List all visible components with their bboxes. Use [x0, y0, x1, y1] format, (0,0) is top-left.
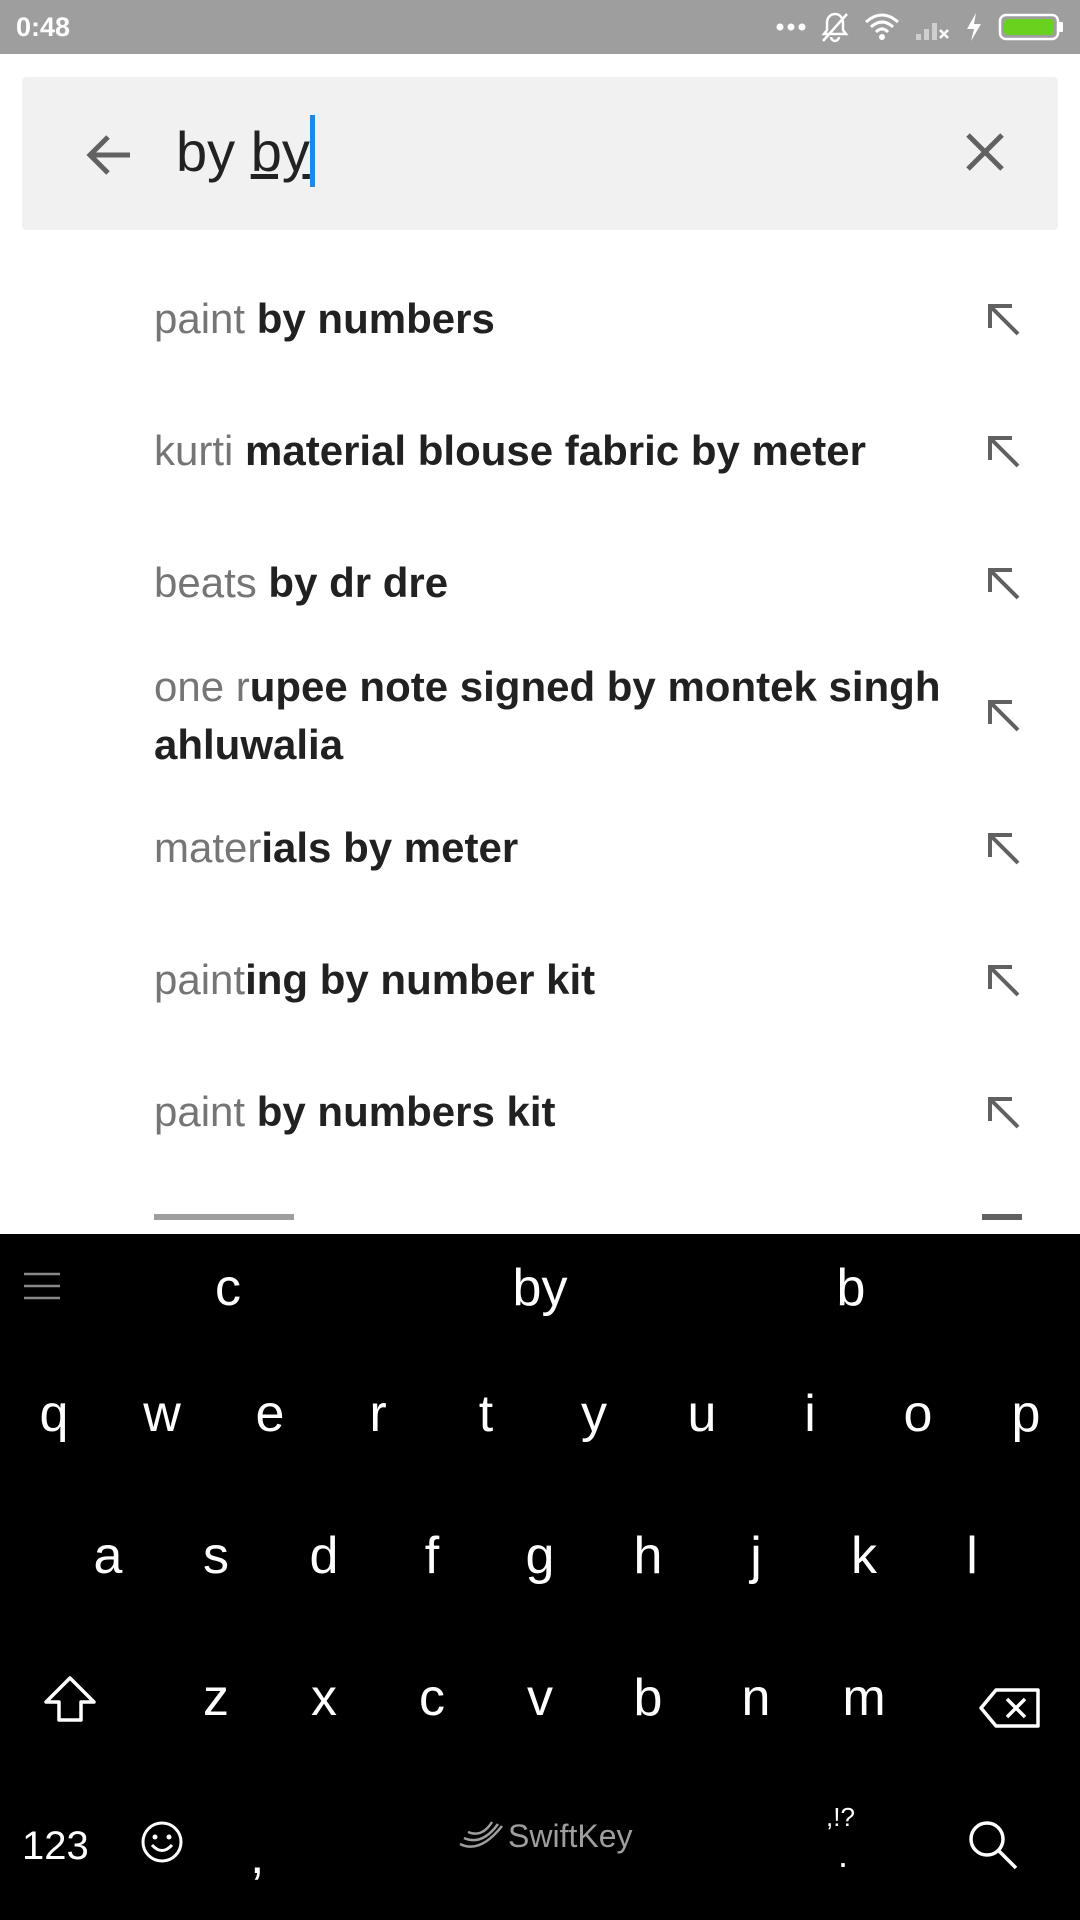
key-q[interactable]: q	[4, 1384, 104, 1444]
search-input[interactable]: by by	[176, 115, 315, 187]
fill-query-arrow-icon[interactable]	[982, 430, 1026, 474]
suggestion-completion: by numbers kit	[256, 1088, 556, 1135]
key-n[interactable]: n	[706, 1668, 806, 1728]
battery-icon	[998, 7, 1064, 47]
suggestion-text: one rupee note signed by montek singh ah…	[154, 658, 944, 774]
suggestion-text: paint by numbers	[154, 290, 944, 348]
key-u[interactable]: u	[652, 1384, 752, 1444]
suggestion-text: kurti material blouse fabric by meter	[154, 422, 944, 480]
key-o[interactable]: o	[868, 1384, 968, 1444]
prediction-left[interactable]: c	[128, 1258, 328, 1318]
key-x[interactable]: x	[274, 1668, 374, 1728]
suggestion-prefix: mater	[154, 824, 262, 871]
key-g[interactable]: g	[490, 1526, 590, 1586]
signal-off-icon	[914, 7, 950, 47]
key-h[interactable]: h	[598, 1526, 698, 1586]
space-key[interactable]: SwiftKey	[458, 1818, 632, 1855]
suggestion-text: materials by meter	[154, 819, 944, 877]
key-s[interactable]: s	[166, 1526, 266, 1586]
search-query-prefix: by	[176, 120, 251, 183]
key-b[interactable]: b	[598, 1668, 698, 1728]
smiley-icon	[141, 1821, 183, 1863]
suggestion-completion: by numbers	[256, 295, 495, 342]
key-p[interactable]: p	[976, 1384, 1076, 1444]
prediction-bar: c by b	[0, 1234, 1080, 1354]
suggestion-list: paint by numbers kurti material blouse f…	[0, 256, 1080, 1234]
shift-arrow-icon	[44, 1676, 96, 1722]
key-k[interactable]: k	[814, 1526, 914, 1586]
suggestion-prefix: kurti	[154, 427, 246, 474]
key-i[interactable]: i	[760, 1384, 860, 1444]
status-time: 0:48	[16, 11, 71, 42]
shift-key[interactable]	[20, 1674, 120, 1737]
text-cursor	[309, 115, 315, 187]
fill-query-arrow-icon[interactable]	[982, 694, 1026, 738]
key-j[interactable]: j	[706, 1526, 806, 1586]
swiftkey-logo-icon	[459, 1820, 503, 1848]
suggestion-completion: ials by meter	[261, 824, 519, 871]
back-arrow-icon[interactable]	[82, 127, 138, 183]
key-t[interactable]: t	[436, 1384, 536, 1444]
fill-query-arrow-icon[interactable]	[982, 298, 1026, 342]
wifi-icon	[864, 7, 900, 47]
backspace-icon	[979, 1688, 1040, 1728]
comma-key[interactable]: ,	[250, 1826, 264, 1886]
backspace-key[interactable]	[975, 1682, 1045, 1742]
key-y[interactable]: y	[544, 1384, 644, 1444]
key-a[interactable]: a	[58, 1526, 158, 1586]
suggestion-prefix: paint	[154, 956, 246, 1003]
suggestion-completion: ing by number kit	[245, 956, 596, 1003]
charging-bolt-icon	[964, 7, 984, 47]
suggestion-prefix: paint	[154, 295, 257, 342]
punctuation-hint: ,!?	[826, 1802, 855, 1832]
suggestion-prefix: paint	[154, 1088, 257, 1135]
key-z[interactable]: z	[166, 1668, 266, 1728]
search-bar: by by	[22, 77, 1058, 230]
search-icon	[969, 1821, 1018, 1870]
suggestion-text: painting by number kit	[154, 951, 944, 1009]
key-d[interactable]: d	[274, 1526, 374, 1586]
swiftkey-keyboard: c by b q w e r t y u i o p a s d f g h j…	[0, 1234, 1080, 1920]
partial-fill-query-arrow-icon	[982, 1214, 1022, 1220]
prediction-center[interactable]: by	[440, 1258, 640, 1318]
period-key[interactable]: .	[838, 1834, 848, 1876]
mute-bell-icon	[820, 7, 850, 47]
clear-icon[interactable]	[960, 127, 1010, 182]
key-r[interactable]: r	[328, 1384, 428, 1444]
status-bar: 0:48	[0, 0, 1080, 54]
key-w[interactable]: w	[112, 1384, 212, 1444]
key-l[interactable]: l	[922, 1526, 1022, 1586]
swiftkey-brand-label: SwiftKey	[508, 1818, 633, 1854]
fill-query-arrow-icon[interactable]	[982, 1091, 1026, 1135]
search-key[interactable]	[966, 1818, 1020, 1877]
keyboard-menu-icon[interactable]	[22, 1266, 62, 1306]
key-v[interactable]: v	[490, 1668, 590, 1728]
search-query-composing: by	[250, 120, 310, 183]
prediction-right[interactable]: b	[751, 1258, 951, 1318]
partial-suggestion-text	[154, 1214, 294, 1220]
suggestion-prefix: beats	[154, 559, 269, 606]
suggestion-text: beats by dr dre	[154, 554, 944, 612]
suggestion-completion: material blouse fabric by meter	[245, 427, 866, 474]
fill-query-arrow-icon[interactable]	[982, 827, 1026, 871]
key-e[interactable]: e	[220, 1384, 320, 1444]
suggestion-text: paint by numbers kit	[154, 1083, 944, 1141]
key-f[interactable]: f	[382, 1526, 482, 1586]
key-m[interactable]: m	[814, 1668, 914, 1728]
suggestion-completion: by dr dre	[268, 559, 449, 606]
emoji-key[interactable]	[140, 1820, 184, 1869]
key-c[interactable]: c	[382, 1668, 482, 1728]
fill-query-arrow-icon[interactable]	[982, 562, 1026, 606]
fill-query-arrow-icon[interactable]	[982, 959, 1026, 1003]
more-dots-icon	[776, 7, 806, 47]
numbers-key[interactable]: 123	[22, 1824, 89, 1869]
suggestion-completion: upee note signed by montek singh ahluwal…	[154, 663, 941, 768]
suggestion-prefix: one r	[154, 663, 250, 710]
